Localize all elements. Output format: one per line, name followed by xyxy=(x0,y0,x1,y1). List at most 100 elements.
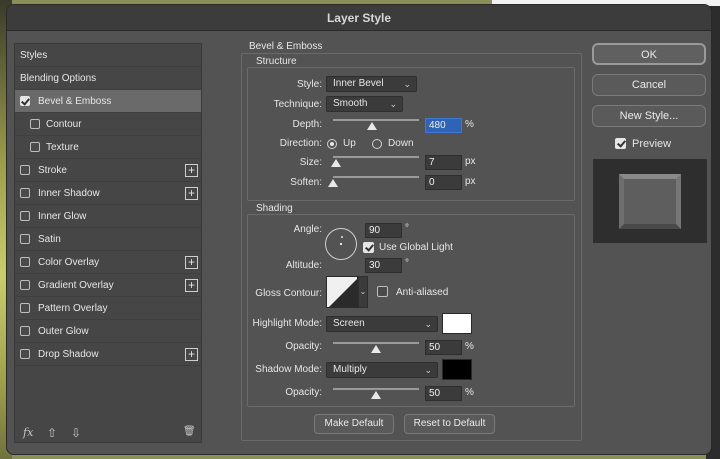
reset-to-default-button[interactable]: Reset to Default xyxy=(404,414,495,434)
style-preview-square xyxy=(619,174,681,229)
new-style-button[interactable]: New Style... xyxy=(592,105,706,127)
altitude-unit: ° xyxy=(405,258,409,269)
depth-slider-track[interactable] xyxy=(333,119,419,121)
fx-icon[interactable]: fx xyxy=(23,426,33,439)
style-item-color-overlay[interactable]: Color Overlay + xyxy=(15,251,201,274)
style-item-blending-options[interactable]: Blending Options xyxy=(15,67,201,90)
structure-heading: Structure xyxy=(256,56,297,67)
angle-input[interactable]: 90 xyxy=(365,223,402,238)
direction-up-radio[interactable] xyxy=(327,139,337,149)
chevron-down-icon: ⌄ xyxy=(403,79,411,89)
style-item-label: Color Overlay xyxy=(38,257,100,268)
soften-slider-thumb[interactable] xyxy=(328,179,338,187)
shadow-opacity-input[interactable]: 50 xyxy=(425,386,462,401)
style-select-value: Inner Bevel xyxy=(333,78,384,89)
style-item-label: Drop Shadow xyxy=(38,349,99,360)
style-select[interactable]: Inner Bevel ⌄ xyxy=(326,76,417,92)
style-item-outer-glow[interactable]: Outer Glow xyxy=(15,320,201,343)
altitude-input[interactable]: 30 xyxy=(365,258,402,273)
shadow-mode-label: Shadow Mode: xyxy=(255,364,322,375)
preview-label: Preview xyxy=(632,138,672,150)
anti-aliased-label: Anti-aliased xyxy=(396,287,449,298)
styles-list-panel: Styles Blending Options Bevel & Emboss Cont… xyxy=(14,43,202,443)
style-item-checkbox[interactable] xyxy=(20,349,30,359)
make-default-button[interactable]: Make Default xyxy=(314,414,394,434)
style-item-styles[interactable]: Styles xyxy=(15,44,201,67)
gloss-contour-label: Gloss Contour: xyxy=(255,288,322,299)
add-effect-plus-icon[interactable]: + xyxy=(185,256,198,269)
dialog-title: Layer Style xyxy=(7,5,711,31)
chevron-down-icon: ⌄ xyxy=(424,319,432,329)
soften-input[interactable]: 0 xyxy=(425,175,462,190)
gloss-contour-preview[interactable] xyxy=(326,276,358,308)
style-item-checkbox[interactable] xyxy=(20,280,30,290)
add-effect-plus-icon[interactable]: + xyxy=(185,187,198,200)
style-item-checkbox[interactable] xyxy=(30,119,40,129)
style-item-label: Blending Options xyxy=(20,73,97,84)
style-item-checkbox[interactable] xyxy=(20,211,30,221)
highlight-opacity-input[interactable]: 50 xyxy=(425,340,462,355)
style-item-checkbox[interactable] xyxy=(20,188,30,198)
size-slider-track[interactable] xyxy=(333,156,419,158)
shadow-opacity-thumb[interactable] xyxy=(371,391,381,399)
style-item-checkbox[interactable] xyxy=(30,142,40,152)
shadow-opacity-track[interactable] xyxy=(333,388,419,390)
angle-label: Angle: xyxy=(293,224,322,235)
style-item-pattern-overlay[interactable]: Pattern Overlay xyxy=(15,297,201,320)
gloss-contour-dropdown[interactable]: ⌄ xyxy=(358,276,368,308)
soften-label: Soften: xyxy=(290,177,322,188)
cancel-button[interactable]: Cancel xyxy=(592,74,706,96)
style-item-contour[interactable]: Contour xyxy=(15,113,201,136)
style-item-inner-shadow[interactable]: Inner Shadow + xyxy=(15,182,201,205)
anti-aliased-checkbox[interactable] xyxy=(377,286,388,297)
depth-slider-thumb[interactable] xyxy=(366,122,377,130)
style-item-texture[interactable]: Texture xyxy=(15,136,201,159)
direction-down-label: Down xyxy=(388,138,414,149)
shading-heading: Shading xyxy=(256,203,293,214)
ok-button[interactable]: OK xyxy=(592,43,706,65)
highlight-opacity-thumb[interactable] xyxy=(371,345,381,353)
shadow-mode-select[interactable]: Multiply ⌄ xyxy=(326,362,438,378)
style-item-checkbox[interactable] xyxy=(20,257,30,267)
move-down-icon[interactable]: ⇩ xyxy=(71,426,81,440)
direction-down-radio[interactable] xyxy=(372,139,382,149)
style-item-label: Contour xyxy=(46,119,82,130)
style-item-checkbox[interactable] xyxy=(20,234,30,244)
shadow-color-swatch[interactable] xyxy=(442,359,472,380)
technique-select[interactable]: Smooth ⌄ xyxy=(326,96,403,112)
style-item-label: Gradient Overlay xyxy=(38,280,114,291)
style-item-satin[interactable]: Satin xyxy=(15,228,201,251)
style-item-inner-glow[interactable]: Inner Glow xyxy=(15,205,201,228)
style-item-checkbox[interactable] xyxy=(20,165,30,175)
size-input[interactable]: 7 xyxy=(425,155,462,170)
add-effect-plus-icon[interactable]: + xyxy=(185,279,198,292)
style-item-bevel-emboss[interactable]: Bevel & Emboss xyxy=(15,90,201,113)
style-item-drop-shadow[interactable]: Drop Shadow + xyxy=(15,343,201,366)
soften-slider-track[interactable] xyxy=(333,176,419,178)
style-item-label: Pattern Overlay xyxy=(38,303,108,314)
style-item-label: Outer Glow xyxy=(38,326,89,337)
style-item-stroke[interactable]: Stroke + xyxy=(15,159,201,182)
style-item-checkbox[interactable] xyxy=(20,303,30,313)
style-item-checkbox[interactable] xyxy=(20,96,30,106)
use-global-light-label: Use Global Light xyxy=(379,242,453,253)
angle-dial[interactable] xyxy=(325,228,357,260)
use-global-light-checkbox[interactable] xyxy=(363,242,374,253)
highlight-mode-value: Screen xyxy=(333,318,365,329)
highlight-opacity-track[interactable] xyxy=(333,342,419,344)
style-item-label: Styles xyxy=(20,50,48,61)
add-effect-plus-icon[interactable]: + xyxy=(185,164,198,177)
highlight-mode-select[interactable]: Screen ⌄ xyxy=(326,316,438,332)
move-up-icon[interactable]: ⇧ xyxy=(47,426,57,440)
trash-icon[interactable]: 🗑 xyxy=(183,426,196,437)
depth-input[interactable]: 480 xyxy=(425,118,462,133)
direction-label: Direction: xyxy=(279,138,322,149)
add-effect-plus-icon[interactable]: + xyxy=(185,348,198,361)
highlight-color-swatch[interactable] xyxy=(442,313,472,334)
style-item-label: Inner Glow xyxy=(38,211,87,222)
style-item-gradient-overlay[interactable]: Gradient Overlay + xyxy=(15,274,201,297)
preview-checkbox[interactable] xyxy=(615,138,626,149)
style-item-checkbox[interactable] xyxy=(20,326,30,336)
size-slider-thumb[interactable] xyxy=(330,159,341,167)
style-item-label: Stroke xyxy=(38,165,67,176)
